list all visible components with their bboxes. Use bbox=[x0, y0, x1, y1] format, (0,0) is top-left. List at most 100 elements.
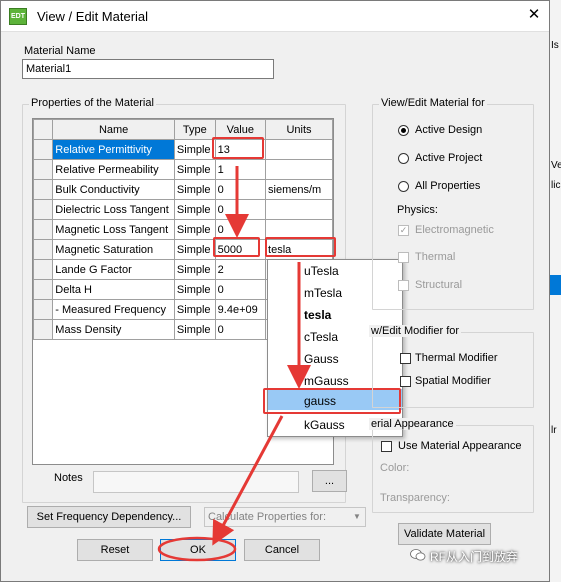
property-name[interactable]: Lande G Factor bbox=[52, 259, 175, 280]
row-header[interactable] bbox=[32, 219, 54, 240]
reset-button[interactable]: Reset bbox=[77, 539, 153, 561]
row-header[interactable] bbox=[32, 259, 54, 280]
spatial-modifier-checkbox[interactable] bbox=[400, 376, 411, 387]
property-units[interactable] bbox=[265, 219, 333, 240]
dropdown-option-kgauss[interactable]: kGauss bbox=[304, 418, 345, 432]
dropdown-option-ctesla[interactable]: cTesla bbox=[304, 330, 338, 344]
property-value[interactable]: 1 bbox=[214, 159, 267, 180]
table-row[interactable]: Magnetic Saturation Simple 5000 tesla bbox=[32, 239, 333, 260]
notes-label: Notes bbox=[54, 472, 83, 484]
background-text: Is bbox=[551, 40, 559, 51]
dropdown-option-mtesla[interactable]: mTesla bbox=[304, 286, 342, 300]
property-name[interactable]: Bulk Conductivity bbox=[52, 179, 175, 200]
property-value[interactable]: 0 bbox=[214, 279, 267, 300]
column-header-units[interactable]: Units bbox=[265, 119, 333, 140]
property-name[interactable]: Mass Density bbox=[52, 319, 175, 340]
row-header[interactable] bbox=[32, 299, 54, 320]
property-type[interactable]: Simple bbox=[173, 219, 216, 240]
table-row[interactable]: Relative Permittivity Simple 13 bbox=[32, 139, 333, 160]
dropdown-option-gauss[interactable]: gauss bbox=[304, 394, 336, 408]
header-corner bbox=[32, 119, 54, 140]
row-header[interactable] bbox=[32, 279, 54, 300]
dropdown-option-utesla[interactable]: uTesla bbox=[304, 264, 339, 278]
property-value[interactable]: 13 bbox=[214, 139, 267, 160]
property-value[interactable]: 0 bbox=[214, 179, 267, 200]
property-name[interactable]: - Measured Frequency bbox=[52, 299, 175, 320]
property-value[interactable]: 5000 bbox=[214, 239, 267, 260]
row-header[interactable] bbox=[32, 239, 54, 260]
property-type[interactable]: Simple bbox=[173, 179, 216, 200]
table-row[interactable]: Bulk Conductivity Simple 0 siemens/m bbox=[32, 179, 333, 200]
property-type[interactable]: Simple bbox=[173, 139, 216, 160]
background-text: Ve bbox=[551, 160, 561, 171]
property-units[interactable] bbox=[265, 139, 333, 160]
property-value[interactable]: 0 bbox=[214, 319, 267, 340]
property-units[interactable] bbox=[265, 199, 333, 220]
column-header-type[interactable]: Type bbox=[173, 119, 216, 140]
thermal-modifier-checkbox[interactable] bbox=[400, 353, 411, 364]
property-value[interactable]: 0 bbox=[214, 199, 267, 220]
radio-active-design[interactable] bbox=[398, 125, 409, 136]
property-type[interactable]: Simple bbox=[173, 199, 216, 220]
material-name-input[interactable]: Material1 bbox=[22, 59, 274, 79]
table-row[interactable]: Relative Permeability Simple 1 bbox=[32, 159, 333, 180]
table-header-row: Name Type Value Units bbox=[32, 119, 333, 140]
physics-label: Physics: bbox=[397, 204, 438, 216]
set-frequency-dependency-button[interactable]: Set Frequency Dependency... bbox=[27, 506, 191, 528]
row-header[interactable] bbox=[32, 199, 54, 220]
property-name[interactable]: Relative Permeability bbox=[52, 159, 175, 180]
property-name[interactable]: Delta H bbox=[52, 279, 175, 300]
calculate-properties-combo[interactable]: Calculate Properties for: ▼ bbox=[204, 507, 366, 527]
all-properties-label[interactable]: All Properties bbox=[415, 180, 480, 192]
dropdown-option-gauss-capital[interactable]: Gauss bbox=[304, 352, 339, 366]
thermal-modifier-label[interactable]: Thermal Modifier bbox=[415, 352, 498, 364]
notes-field[interactable] bbox=[93, 471, 299, 493]
chevron-down-icon: ▼ bbox=[353, 512, 361, 521]
row-header[interactable] bbox=[32, 319, 54, 340]
table-row[interactable]: Dielectric Loss Tangent Simple 0 bbox=[32, 199, 333, 220]
close-icon[interactable]: ✕ bbox=[521, 3, 547, 29]
property-name[interactable]: Relative Permittivity bbox=[52, 139, 175, 160]
ok-button[interactable]: OK bbox=[160, 539, 236, 561]
color-label: Color: bbox=[380, 462, 410, 474]
notes-browse-button[interactable]: ... bbox=[312, 470, 347, 492]
dropdown-option-mgauss[interactable]: mGauss bbox=[304, 374, 349, 388]
appearance-group-title: erial Appearance bbox=[369, 418, 456, 430]
property-type[interactable]: Simple bbox=[173, 259, 216, 280]
property-type[interactable]: Simple bbox=[173, 159, 216, 180]
property-value[interactable]: 2 bbox=[214, 259, 267, 280]
row-header[interactable] bbox=[32, 139, 54, 160]
row-header[interactable] bbox=[32, 159, 54, 180]
radio-all-properties[interactable] bbox=[398, 181, 409, 192]
property-type[interactable]: Simple bbox=[173, 239, 216, 260]
property-name[interactable]: Dielectric Loss Tangent bbox=[52, 199, 175, 220]
column-header-value[interactable]: Value bbox=[214, 119, 267, 140]
dropdown-option-tesla[interactable]: tesla bbox=[304, 308, 331, 322]
property-type[interactable]: Simple bbox=[173, 299, 216, 320]
property-type[interactable]: Simple bbox=[173, 319, 216, 340]
property-name[interactable]: Magnetic Saturation bbox=[52, 239, 175, 260]
table-row[interactable]: Magnetic Loss Tangent Simple 0 bbox=[32, 219, 333, 240]
column-header-name[interactable]: Name bbox=[52, 119, 175, 140]
cancel-button[interactable]: Cancel bbox=[244, 539, 320, 561]
property-name[interactable]: Magnetic Loss Tangent bbox=[52, 219, 175, 240]
radio-active-project[interactable] bbox=[398, 153, 409, 164]
use-appearance-label[interactable]: Use Material Appearance bbox=[398, 440, 522, 452]
modifier-group: w/Edit Modifier for bbox=[369, 325, 534, 408]
background-selection bbox=[549, 275, 561, 295]
use-appearance-checkbox[interactable] bbox=[381, 441, 392, 452]
active-project-label[interactable]: Active Project bbox=[415, 152, 482, 164]
spatial-modifier-label[interactable]: Spatial Modifier bbox=[415, 375, 491, 387]
electromagnetic-checkbox: ✓ bbox=[398, 225, 409, 236]
active-design-label[interactable]: Active Design bbox=[415, 124, 482, 136]
wechat-icon bbox=[410, 549, 426, 561]
view-edit-for-title: View/Edit Material for bbox=[379, 97, 487, 109]
property-units[interactable]: siemens/m bbox=[265, 179, 333, 200]
validate-material-button[interactable]: Validate Material bbox=[398, 523, 491, 545]
property-units[interactable]: tesla bbox=[265, 239, 333, 260]
row-header[interactable] bbox=[32, 179, 54, 200]
property-value[interactable]: 9.4e+09 bbox=[214, 299, 267, 320]
property-value[interactable]: 0 bbox=[214, 219, 267, 240]
property-units[interactable] bbox=[265, 159, 333, 180]
property-type[interactable]: Simple bbox=[173, 279, 216, 300]
